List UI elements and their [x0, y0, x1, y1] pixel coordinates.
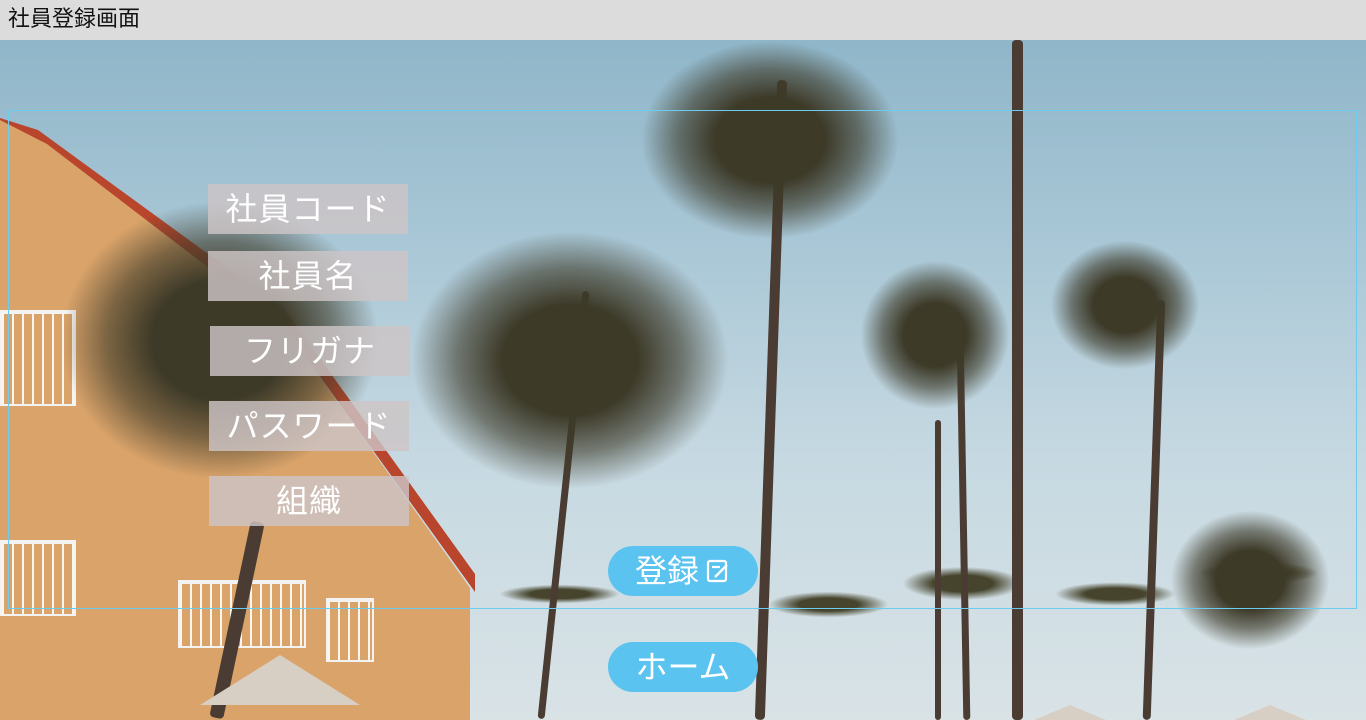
- palm-crown: [1170, 510, 1330, 650]
- register-button-label: 登録: [634, 552, 699, 590]
- palm-crown: [860, 260, 1010, 410]
- palm-crown: [1050, 240, 1200, 370]
- password-label: パスワード: [209, 401, 409, 451]
- window-title: 社員登録画面: [0, 0, 1366, 40]
- organization-label: 組織: [209, 476, 409, 526]
- employee-name-label: 社員名: [208, 251, 408, 301]
- edit-icon: [705, 558, 731, 584]
- palm-crown: [640, 40, 900, 240]
- employee-code-label: 社員コード: [208, 184, 408, 234]
- register-button[interactable]: 登録: [608, 546, 758, 596]
- background-photo: [0, 40, 1366, 720]
- balcony: [326, 598, 374, 662]
- palm-trunk: [935, 420, 941, 720]
- balcony: [0, 540, 76, 616]
- palm-trunk: [1012, 40, 1023, 720]
- furigana-label: フリガナ: [210, 326, 410, 376]
- home-button-label: ホーム: [635, 648, 731, 686]
- home-button[interactable]: ホーム: [608, 642, 758, 692]
- palm-crown: [410, 230, 730, 490]
